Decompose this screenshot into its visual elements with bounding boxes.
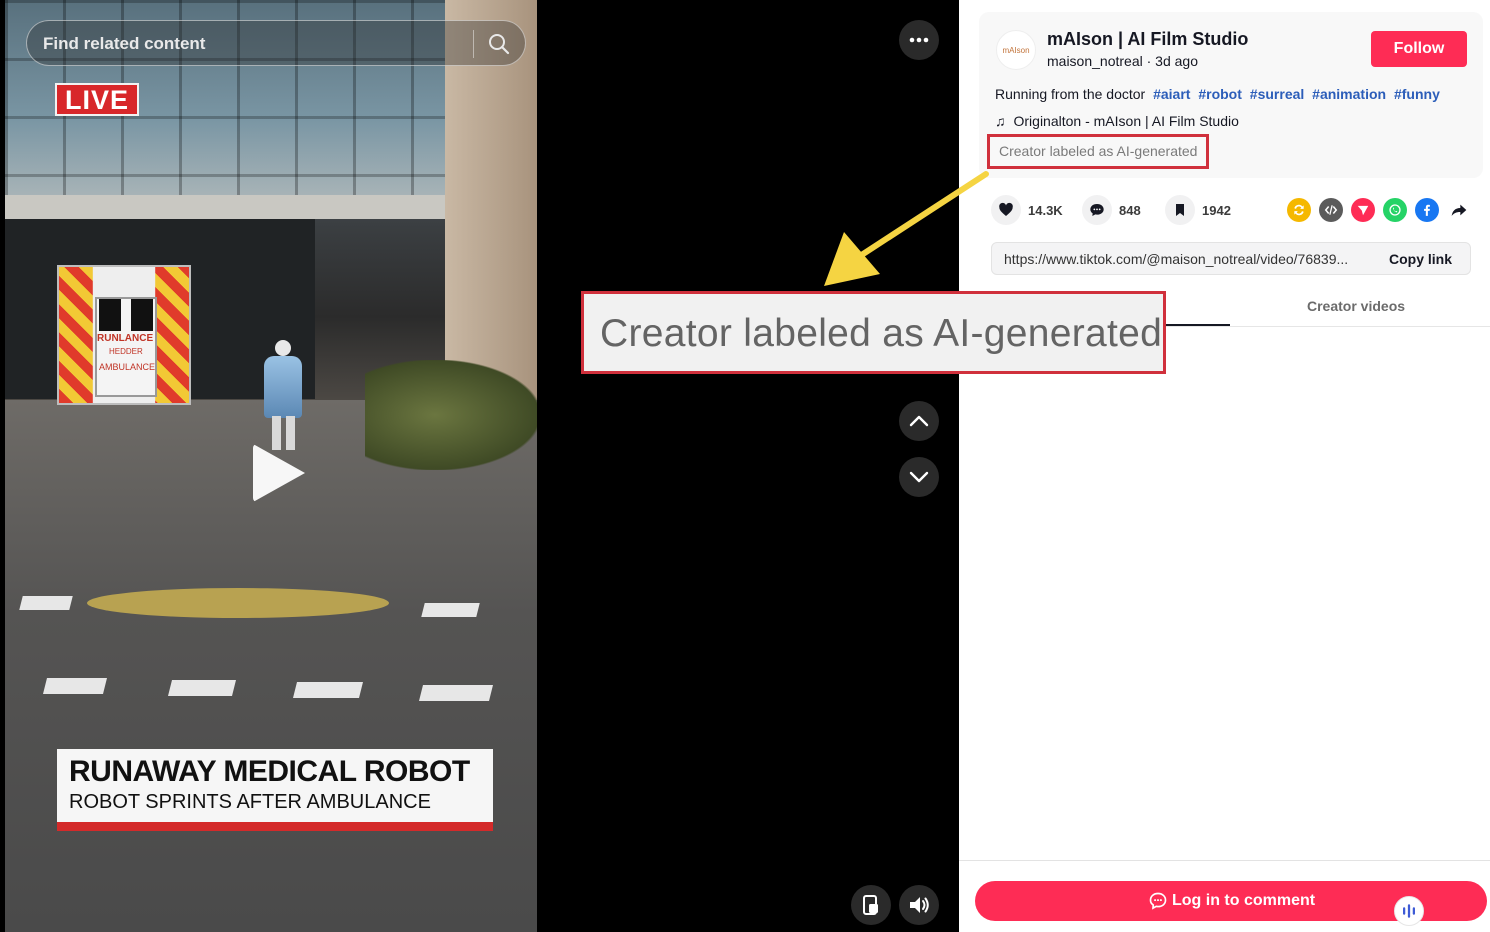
details-panel: mAIson mAIson | AI Film Studio maison_no… [959, 0, 1490, 932]
music-note-icon: ♫ [995, 113, 1006, 129]
entrance-canopy [5, 195, 445, 219]
volume-icon [910, 897, 929, 913]
floating-player-icon [863, 895, 878, 915]
road-stripe [43, 678, 107, 694]
callout-text: Creator labeled as AI-generated [600, 312, 1163, 355]
news-headline: RUNAWAY MEDICAL ROBOT [69, 755, 470, 788]
author-name[interactable]: mAIson | AI Film Studio [1047, 29, 1248, 50]
road-stripe [419, 685, 493, 701]
audio-bars-icon[interactable] [1394, 896, 1424, 926]
ai-label-callout: Creator labeled as AI-generated [581, 291, 1166, 374]
hashtag-link[interactable]: #aiart [1153, 86, 1190, 102]
live-badge: LIVE [55, 83, 140, 116]
news-lower-third: RUNAWAY MEDICAL ROBOT ROBOT SPRINTS AFTE… [57, 749, 493, 831]
chevron-up-icon [909, 415, 929, 427]
follow-button[interactable]: Follow [1371, 31, 1467, 67]
more-options-button[interactable] [899, 20, 939, 60]
road-stripe [19, 596, 73, 610]
search-placeholder: Find related content [43, 34, 206, 53]
share-arrow-icon[interactable] [1447, 198, 1471, 222]
login-label: Log in to comment [1172, 892, 1316, 909]
search-icon[interactable] [487, 32, 511, 56]
callout-arrow [824, 171, 989, 286]
hashtag-link[interactable]: #animation [1312, 86, 1386, 102]
more-icon [909, 37, 929, 43]
play-icon[interactable] [253, 444, 305, 502]
comment-bubble-icon [1149, 892, 1167, 910]
embed-icon[interactable] [1319, 198, 1343, 222]
volume-button[interactable] [899, 885, 939, 925]
hashtag-link[interactable]: #robot [1198, 86, 1242, 102]
post-info-card: mAIson mAIson | AI Film Studio maison_no… [979, 12, 1483, 178]
search-divider [473, 30, 474, 58]
floating-player-button[interactable] [851, 885, 891, 925]
news-red-bar [57, 822, 493, 831]
footer-divider [959, 860, 1490, 861]
traffic-island [87, 588, 389, 618]
ambulance-window [99, 299, 121, 331]
robot-gown [264, 356, 302, 418]
robot-figure [260, 340, 306, 450]
road-stripe [421, 603, 480, 617]
post-description: Running from the doctor #aiart #robot #s… [995, 86, 1440, 102]
tab-creator-videos[interactable]: Creator videos [1307, 298, 1405, 314]
save-count: 1942 [1202, 203, 1231, 218]
active-tab-indicator [1166, 324, 1230, 326]
hashtag-link[interactable]: #funny [1394, 86, 1440, 102]
hashtag-link[interactable]: #surreal [1250, 86, 1304, 102]
like-count: 14.3K [1028, 203, 1063, 218]
ambulance-text: AMBULANCE [99, 362, 156, 372]
bookmark-icon [1165, 195, 1195, 225]
avatar[interactable]: mAIson [996, 30, 1036, 70]
ai-generated-label: Creator labeled as AI-generated [987, 134, 1210, 169]
robot-head [275, 340, 291, 356]
copy-link-button[interactable]: Copy link [1389, 251, 1452, 267]
ambulance-text: HEDDER [109, 347, 143, 356]
comment-count: 848 [1119, 203, 1141, 218]
chevron-down-icon [909, 471, 929, 483]
road-stripe [168, 680, 236, 696]
description-text: Running from the doctor [995, 86, 1146, 102]
ambulance: RUNLANCE HEDDER AMBULANCE [57, 265, 191, 405]
repost-icon[interactable] [1287, 198, 1311, 222]
video-player[interactable]: RUNLANCE HEDDER AMBULANCE Find related c… [5, 0, 537, 932]
heart-icon [991, 195, 1021, 225]
music-link[interactable]: ♫ Originalton - mAIson | AI Film Studio [995, 113, 1239, 129]
send-icon[interactable] [1351, 198, 1375, 222]
next-video-button[interactable] [899, 457, 939, 497]
video-link-box: https://www.tiktok.com/@maison_notreal/v… [991, 242, 1471, 275]
ambulance-text: RUNLANCE [97, 333, 154, 344]
road-stripe [293, 682, 363, 698]
whatsapp-icon[interactable] [1383, 198, 1407, 222]
find-related-search[interactable]: Find related content [26, 20, 526, 66]
previous-video-button[interactable] [899, 401, 939, 441]
video-url[interactable]: https://www.tiktok.com/@maison_notreal/v… [1004, 251, 1348, 267]
author-meta: maison_notreal · 3d ago [1047, 53, 1198, 69]
hedge [365, 360, 537, 470]
comment-icon [1082, 195, 1112, 225]
ambulance-window [131, 299, 153, 331]
news-subhead: ROBOT SPRINTS AFTER AMBULANCE [69, 791, 431, 813]
music-title: Originalton - mAIson | AI Film Studio [1013, 113, 1239, 129]
facebook-icon[interactable] [1415, 198, 1439, 222]
